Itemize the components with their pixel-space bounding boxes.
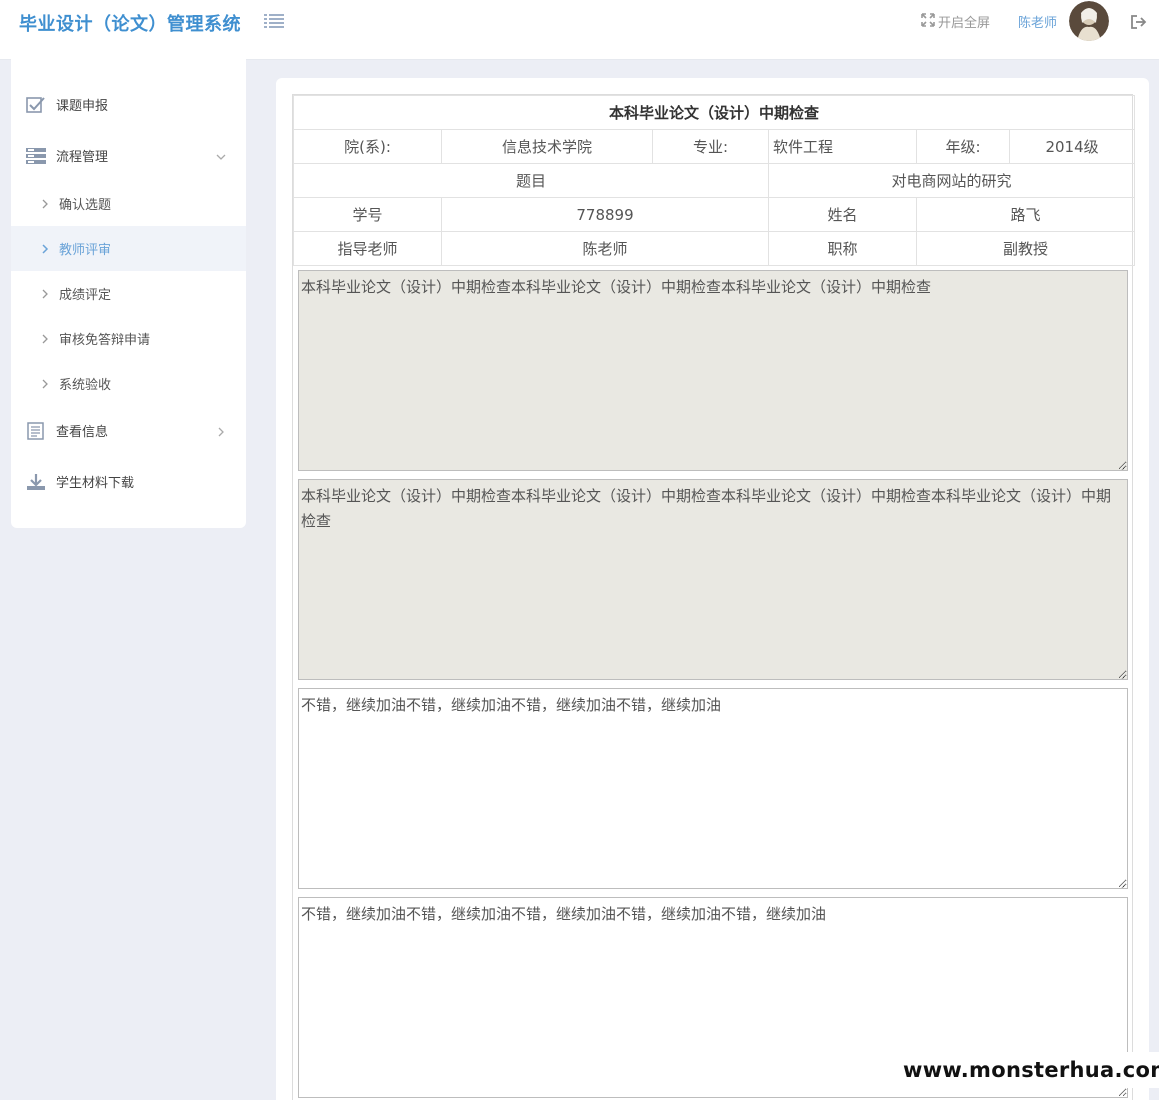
sidebar-subitem-label: 确认选题 xyxy=(59,198,112,213)
major-label: 专业: xyxy=(652,129,769,164)
topic-value: 对电商网站的研究 xyxy=(767,163,1136,198)
watermark: www.monsterhua.com xyxy=(899,1052,1159,1088)
top-header: 毕业设计（论文）管理系统 开启全屏 陈老师 xyxy=(0,0,1159,60)
progress-textarea[interactable]: 本科毕业论文（设计）中期检查本科毕业论文（设计）中期检查本科毕业论文（设计）中期… xyxy=(298,270,1128,471)
sidebar-subitem-confirm-topic[interactable]: 确认选题 xyxy=(11,181,246,226)
chevron-right-icon xyxy=(40,243,50,255)
sidebar-item-topic-report[interactable]: 课题申报 xyxy=(11,82,246,127)
chevron-right-icon xyxy=(40,288,50,300)
chevron-down-icon xyxy=(216,151,226,161)
sidebar-item-label: 流程管理 xyxy=(56,150,109,165)
sidebar-subitem-teacher-review[interactable]: 教师评审 xyxy=(11,226,246,271)
student-id-label: 学号 xyxy=(293,197,442,232)
chevron-right-icon xyxy=(216,426,226,436)
logout-icon[interactable] xyxy=(1131,14,1147,29)
sidebar-subitem-label: 教师评审 xyxy=(59,243,112,258)
resize-grip-icon[interactable] xyxy=(1116,877,1126,888)
problems-text: 本科毕业论文（设计）中期检查本科毕业论文（设计）中期检查本科毕业论文（设计）中期… xyxy=(301,487,1112,530)
chevron-right-icon xyxy=(40,333,50,345)
document-icon xyxy=(26,421,46,440)
info-table: 本科毕业论文（设计）中期检查 院(系): 信息技术学院 专业: 软件工程 年级:… xyxy=(292,95,1136,266)
sidebar-subitem-grading[interactable]: 成绩评定 xyxy=(11,271,246,316)
list-icon[interactable] xyxy=(264,12,286,30)
advisor-value: 陈老师 xyxy=(441,231,769,266)
sidebar-subitem-label: 系统验收 xyxy=(59,378,112,393)
sidebar-subitem-label: 成绩评定 xyxy=(59,288,112,303)
sidebar-item-view-info[interactable]: 查看信息 xyxy=(11,408,246,453)
form-title: 本科毕业论文（设计）中期检查 xyxy=(292,95,1136,130)
dept-label: 院(系): xyxy=(293,129,442,164)
server-icon xyxy=(26,147,46,165)
fullscreen-label: 开启全屏 xyxy=(938,16,991,31)
resize-grip-icon[interactable] xyxy=(1116,668,1126,679)
name-value: 路飞 xyxy=(915,197,1136,232)
avatar[interactable] xyxy=(1069,1,1109,41)
sidebar-subitem-defense-exemption[interactable]: 审核免答辩申请 xyxy=(11,316,246,361)
student-id-value: 778899 xyxy=(441,197,769,232)
checkbox-icon xyxy=(26,96,46,114)
teacher-comment-text: 不错，继续加油不错，继续加油不错，继续加油不错，继续加油 xyxy=(301,696,722,714)
sidebar-item-label: 课题申报 xyxy=(56,99,109,114)
chevron-right-icon xyxy=(40,198,50,210)
user-name[interactable]: 陈老师 xyxy=(1018,12,1057,31)
main-card: 本科毕业论文（设计）中期检查 院(系): 信息技术学院 专业: 软件工程 年级:… xyxy=(276,78,1149,1100)
rank-label: 职称 xyxy=(768,231,917,266)
review-comment-text: 不错，继续加油不错，继续加油不错，继续加油不错，继续加油不错，继续加油 xyxy=(301,905,827,923)
fullscreen-button[interactable]: 开启全屏 xyxy=(921,12,990,31)
sidebar-item-student-downloads[interactable]: 学生材料下载 xyxy=(11,459,246,504)
grade-label: 年级: xyxy=(916,129,1010,164)
advisor-label: 指导老师 xyxy=(293,231,442,266)
sidebar-item-label: 学生材料下载 xyxy=(56,476,135,491)
app-title: 毕业设计（论文）管理系统 xyxy=(19,14,241,35)
rank-value: 副教授 xyxy=(915,231,1136,266)
sidebar-item-label: 查看信息 xyxy=(56,425,109,440)
problems-textarea[interactable]: 本科毕业论文（设计）中期检查本科毕业论文（设计）中期检查本科毕业论文（设计）中期… xyxy=(298,479,1128,680)
sidebar-item-process[interactable]: 流程管理 xyxy=(11,133,246,178)
sidebar-subitem-system-acceptance[interactable]: 系统验收 xyxy=(11,361,246,406)
grade-value: 2014级 xyxy=(1008,129,1136,164)
midterm-check-form: 本科毕业论文（设计）中期检查 院(系): 信息技术学院 专业: 软件工程 年级:… xyxy=(292,94,1136,1100)
download-icon xyxy=(26,473,46,491)
major-value: 软件工程 xyxy=(768,129,917,164)
progress-text: 本科毕业论文（设计）中期检查本科毕业论文（设计）中期检查本科毕业论文（设计）中期… xyxy=(301,278,932,296)
resize-grip-icon[interactable] xyxy=(1116,459,1126,470)
topic-label: 题目 xyxy=(293,163,769,198)
name-label: 姓名 xyxy=(768,197,917,232)
sidebar-subitem-label: 审核免答辩申请 xyxy=(59,333,151,348)
expand-icon xyxy=(921,12,935,31)
teacher-comment-textarea[interactable]: 不错，继续加油不错，继续加油不错，继续加油不错，继续加油 xyxy=(298,688,1128,889)
dept-value: 信息技术学院 xyxy=(441,129,653,164)
chevron-right-icon xyxy=(40,378,50,390)
sidebar: 课题申报 流程管理 确认选题 教师评审 成绩评定 审核免答辩申请 系统验收 查看… xyxy=(11,58,246,528)
